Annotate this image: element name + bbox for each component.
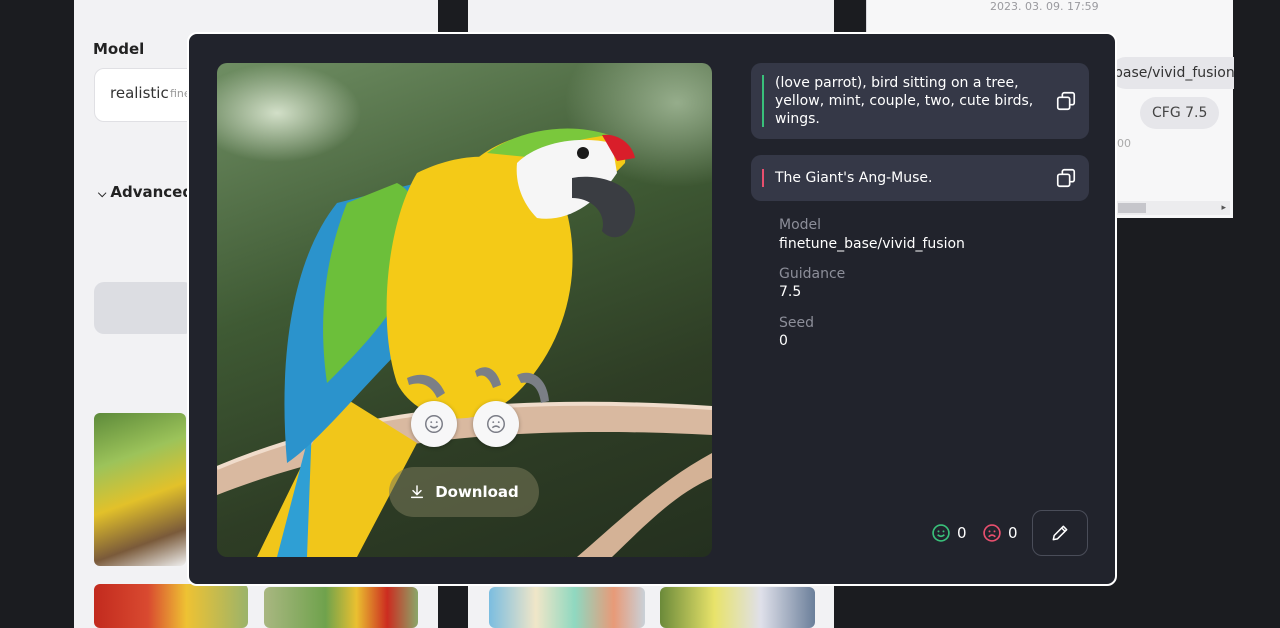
bg-advanced-label: Advanced <box>110 183 194 201</box>
frown-icon <box>487 415 505 433</box>
bg-scrollbar-thumb[interactable] <box>1118 203 1146 213</box>
prompt-text: (love parrot), bird sitting on a tree, y… <box>775 75 1034 127</box>
prompt-box: (love parrot), bird sitting on a tree, y… <box>751 63 1089 139</box>
bg-model-label: Model <box>93 40 145 58</box>
bg-gallery-thumbnail[interactable] <box>489 587 645 628</box>
seed-label: Seed <box>779 315 814 331</box>
generated-image: Download <box>217 63 712 557</box>
negative-prompt-accent-bar <box>762 169 764 187</box>
bg-gallery-thumbnail[interactable] <box>94 413 186 566</box>
guidance-label: Guidance <box>779 266 846 282</box>
smile-icon <box>932 524 950 542</box>
dislike-button[interactable] <box>473 401 519 447</box>
smile-icon <box>425 415 443 433</box>
negative-prompt-text: The Giant's Ang-Muse. <box>775 170 933 186</box>
like-count-value: 0 <box>957 524 967 542</box>
dislike-count-value: 0 <box>1008 524 1018 542</box>
bg-gallery-thumbnail[interactable] <box>660 587 815 628</box>
bg-model-value: realistic <box>110 84 169 102</box>
negative-prompt-box: The Giant's Ang-Muse. <box>751 155 1089 201</box>
bg-horizontal-scrollbar[interactable]: ▸ <box>1110 201 1230 215</box>
frown-icon <box>983 524 1001 542</box>
download-label: Download <box>435 483 519 501</box>
bg-gallery-thumbnail[interactable] <box>94 584 248 628</box>
download-icon <box>411 485 424 499</box>
bg-history-model-chip: base/vivid_fusion <box>1110 57 1234 89</box>
dislike-count: 0 <box>982 523 1018 543</box>
bg-history-cfg-chip: CFG 7.5 <box>1140 97 1220 129</box>
download-button[interactable]: Download <box>389 467 539 517</box>
like-button[interactable] <box>411 401 457 447</box>
copy-prompt-icon[interactable] <box>1055 90 1077 112</box>
bg-generate-button[interactable] <box>94 282 194 334</box>
bg-advanced-toggle[interactable]: ⌵ Advanced <box>98 183 193 201</box>
model-label: Model <box>779 217 822 233</box>
like-count: 0 <box>931 523 967 543</box>
copy-negative-prompt-icon[interactable] <box>1055 167 1077 189</box>
model-value: finetune_base/vivid_fusion <box>779 236 965 252</box>
image-detail-modal: Download (love parrot), bird sitting on … <box>187 32 1117 586</box>
guidance-value: 7.5 <box>779 284 802 300</box>
bg-history-number: 00 <box>1117 137 1131 150</box>
chevron-right-icon[interactable]: ▸ <box>1221 201 1226 215</box>
bg-history-date: 2023. 03. 09. 17:59 <box>990 0 1099 13</box>
edit-button[interactable] <box>1032 510 1088 556</box>
seed-value: 0 <box>779 333 788 349</box>
bg-gallery-thumbnail[interactable] <box>264 587 418 628</box>
pencil-icon <box>1052 525 1068 541</box>
chevron-down-icon: ⌵ <box>98 187 107 200</box>
prompt-accent-bar <box>762 75 764 127</box>
